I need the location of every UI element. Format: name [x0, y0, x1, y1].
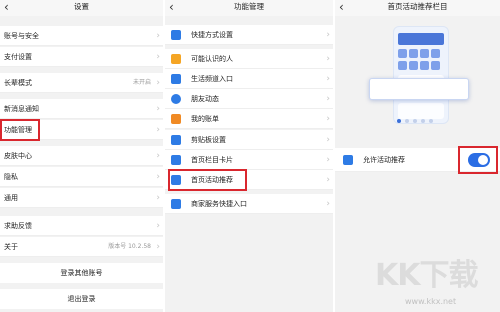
settings-item-skin-center[interactable]: 皮肤中心 ›	[0, 146, 163, 166]
preview-card	[398, 103, 444, 119]
chevron-right-icon: ›	[326, 94, 330, 104]
settings-item-label: 长辈模式	[4, 79, 32, 87]
settings-item-label: 新消息通知	[4, 105, 39, 113]
settings-panel: ‹ 设置 账号与安全 › 支付设置 › 长辈模式 未开启 › 新消息通知 › 功…	[0, 0, 163, 312]
chevron-right-icon: ›	[326, 30, 330, 40]
watermark-url: www.kkx.net	[405, 297, 457, 306]
function-item-label: 剪贴板设置	[191, 136, 226, 144]
merchant-icon	[171, 199, 181, 209]
function-item-label: 商家服务快捷入口	[191, 200, 247, 208]
function-item-label: 快捷方式设置	[191, 31, 233, 39]
settings-item-notifications[interactable]: 新消息通知 ›	[0, 99, 163, 119]
settings-item-about[interactable]: 关于 版本号 10.2.58 ›	[0, 237, 163, 257]
bill-icon	[171, 114, 181, 124]
function-item-merchant-service[interactable]: 商家服务快捷入口 ›	[165, 194, 333, 214]
function-item-label: 可能认识的人	[191, 55, 233, 63]
page-title: 功能管理	[234, 2, 264, 11]
chevron-right-icon: ›	[156, 193, 160, 203]
cards-icon	[171, 155, 181, 165]
settings-item-label: 关于	[4, 243, 18, 251]
function-item-friends-moments[interactable]: 朋友动态 ›	[165, 89, 333, 109]
chevron-right-icon: ›	[326, 175, 330, 185]
logout-button[interactable]: 退出登录	[0, 289, 163, 309]
function-item-shortcut-settings[interactable]: 快捷方式设置 ›	[165, 25, 333, 45]
function-item-homepage-cards[interactable]: 首页栏目卡片 ›	[165, 150, 333, 170]
function-item-life-channel[interactable]: 生活频道入口 ›	[165, 69, 333, 89]
watermark-brand: KK下载	[375, 258, 478, 293]
function-item-label: 我的账单	[191, 115, 219, 123]
switch-account-button[interactable]: 登录其他账号	[0, 263, 163, 283]
shortcut-icon	[171, 30, 181, 40]
activity-recommend-header: ‹ 首页活动推荐栏目	[335, 0, 500, 16]
preview-app-grid	[398, 49, 444, 71]
chevron-right-icon: ›	[156, 172, 160, 182]
settings-item-label: 隐私	[4, 173, 18, 181]
chevron-right-icon: ›	[326, 114, 330, 124]
version-text: 版本号 10.2.58	[108, 243, 151, 250]
chevron-right-icon: ›	[156, 104, 160, 114]
life-channel-icon	[171, 74, 181, 84]
highlight-box	[458, 146, 498, 174]
carousel-dots	[397, 119, 433, 123]
settings-item-payment[interactable]: 支付设置 ›	[0, 47, 163, 67]
settings-item-label: 通用	[4, 194, 18, 202]
chevron-right-icon: ›	[326, 74, 330, 84]
chevron-right-icon: ›	[156, 242, 160, 252]
chevron-right-icon: ›	[326, 155, 330, 165]
chevron-right-icon: ›	[156, 221, 160, 231]
chevron-right-icon: ›	[156, 125, 160, 135]
page-title: 设置	[74, 2, 89, 11]
function-item-clipboard-settings[interactable]: 剪贴板设置 ›	[165, 130, 333, 150]
chevron-right-icon: ›	[156, 31, 160, 41]
function-item-label: 首页栏目卡片	[191, 156, 233, 164]
function-item-people-you-may-know[interactable]: 可能认识的人 ›	[165, 49, 333, 69]
moments-icon	[171, 94, 181, 104]
settings-item-elder-mode[interactable]: 长辈模式 未开启 ›	[0, 73, 163, 93]
function-item-label: 生活频道入口	[191, 75, 233, 83]
activity-recommend-panel: ‹ 首页活动推荐栏目 允许活动推荐 KK下载 www.kkx.net	[335, 0, 500, 312]
contacts-icon	[171, 54, 181, 64]
highlight-box	[168, 169, 247, 191]
chevron-right-icon: ›	[156, 151, 160, 161]
activity-icon	[343, 155, 353, 165]
preview-activity-card	[369, 78, 469, 100]
settings-header: ‹ 设置	[0, 0, 163, 16]
chevron-right-icon: ›	[156, 52, 160, 62]
page-title: 首页活动推荐栏目	[387, 2, 448, 11]
settings-item-privacy[interactable]: 隐私 ›	[0, 167, 163, 187]
function-management-header: ‹ 功能管理	[165, 0, 333, 16]
preview-header-bar	[398, 33, 444, 45]
function-management-panel: ‹ 功能管理 快捷方式设置 › 可能认识的人 › 生活频道入口 › 朋友动态 ›…	[165, 0, 333, 312]
settings-item-label: 账号与安全	[4, 32, 39, 40]
function-item-label: 朋友动态	[191, 95, 219, 103]
toggle-label: 允许活动推荐	[363, 156, 405, 164]
elder-mode-status: 未开启	[132, 79, 151, 86]
settings-item-help-feedback[interactable]: 求助反馈 ›	[0, 216, 163, 236]
settings-item-account-security[interactable]: 账号与安全 ›	[0, 26, 163, 46]
phone-preview-illustration	[393, 26, 449, 124]
settings-item-general[interactable]: 通用 ›	[0, 188, 163, 208]
settings-item-label: 支付设置	[4, 53, 32, 61]
settings-item-label: 求助反馈	[4, 222, 32, 230]
chevron-right-icon: ›	[326, 199, 330, 209]
function-item-my-bill[interactable]: 我的账单 ›	[165, 109, 333, 129]
clipboard-icon	[171, 135, 181, 145]
settings-item-label: 皮肤中心	[4, 152, 32, 160]
chevron-right-icon: ›	[156, 78, 160, 88]
chevron-right-icon: ›	[326, 135, 330, 145]
chevron-right-icon: ›	[326, 54, 330, 64]
highlight-box	[0, 119, 40, 141]
